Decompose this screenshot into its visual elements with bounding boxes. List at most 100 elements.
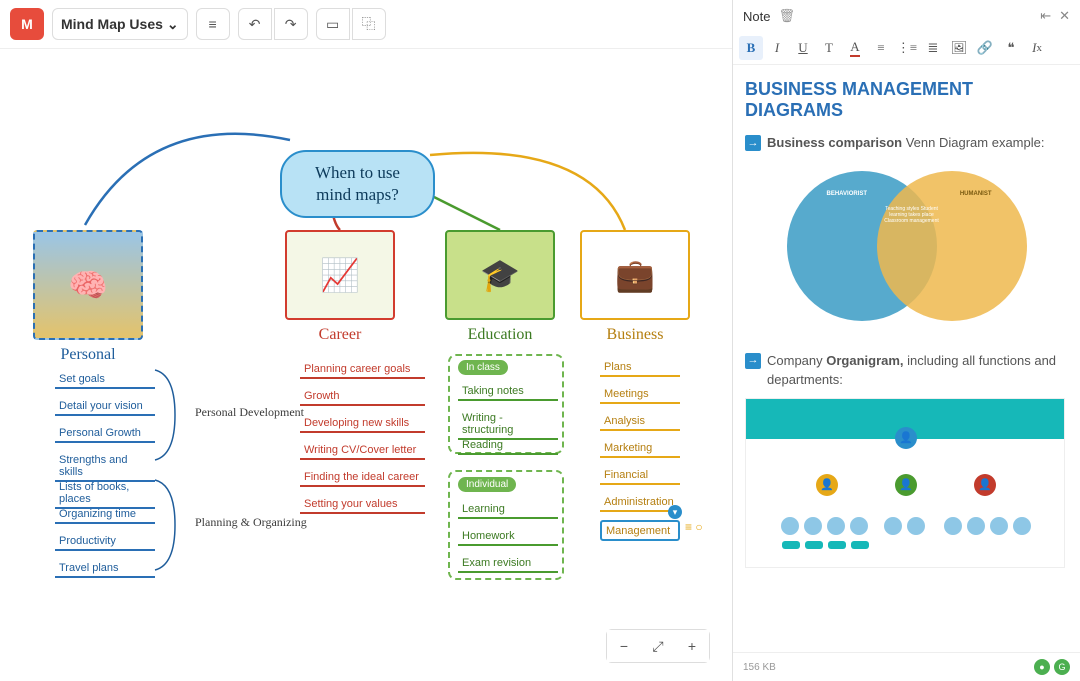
clear-format-button[interactable]: Ix [1025,36,1049,60]
collapse-icon[interactable]: ⇤ [1040,8,1051,24]
numbered-list-button[interactable]: ≡ [869,36,893,60]
business-item-2[interactable]: Analysis [600,412,680,431]
career-item-0[interactable]: Planning career goals [300,360,425,379]
org-tag [782,541,800,549]
education-item-g1-0[interactable]: Taking notes [458,382,558,401]
zoom-controls: − ⤢ + [606,629,710,663]
career-item-1[interactable]: Growth [300,387,425,406]
org-leaf [884,517,902,535]
note-line2-bold: Organigram, [826,353,903,368]
text-style-button[interactable]: T [817,36,841,60]
personal-annotation-0: Personal Development [195,405,304,419]
view-mode-group: ▭ ⿻ [316,8,386,40]
italic-button[interactable]: I [765,36,789,60]
zoom-in-button[interactable]: + [675,630,709,662]
career-item-3[interactable]: Writing CV/Cover letter [300,441,425,460]
venn-right-circle [877,171,1027,321]
presentation-button[interactable]: ▭ [316,8,350,40]
education-item-g2-2[interactable]: Exam revision [458,554,558,573]
career-item-2[interactable]: Developing new skills [300,414,425,433]
branch-career-label: Career [280,326,400,344]
career-item-5[interactable]: Setting your values [300,495,425,514]
layout-icon: ⿻ [362,14,376,34]
presentation-icon: ▭ [326,16,339,33]
business-item-3[interactable]: Marketing [600,439,680,458]
document-title-dropdown[interactable]: Mind Map Uses ⌄ [52,8,188,40]
trash-icon[interactable]: 🗑 [778,8,795,24]
zoom-out-button[interactable]: − [607,630,641,662]
status-badge-icon: ● [1034,659,1050,675]
branch-business-label: Business [575,326,695,344]
note-format-toolbar: B I U T A ≡ ⋮≡ ≣ 🖼 🔗 ❝ Ix [733,32,1080,65]
arrow-icon: → [745,353,761,369]
org-leaf [944,517,962,535]
chevron-down-icon: ⌄ [167,16,179,33]
note-header-label: Note [743,9,770,24]
business-item-4[interactable]: Financial [600,466,680,485]
personal-item-6[interactable]: Productivity [55,532,155,551]
career-item-4[interactable]: Finding the ideal career [300,468,425,487]
personal-item-0[interactable]: Set goals [55,370,155,389]
personal-item-5[interactable]: Organizing time [55,505,155,524]
org-leaf [967,517,985,535]
business-item-0[interactable]: Plans [600,358,680,377]
zoom-fit-button[interactable]: ⤢ [641,630,675,662]
menu-button[interactable]: ≡ [196,8,230,40]
layout-button[interactable]: ⿻ [352,8,386,40]
note-panel: Note 🗑 ⇤ ✕ B I U T A ≡ ⋮≡ ≣ 🖼 🔗 ❝ Ix BUS… [732,0,1080,681]
venn-right-label: HUMANIST [960,191,992,197]
org-ceo: 👤 [895,427,917,449]
text-color-button[interactable]: A [843,36,867,60]
personal-item-7[interactable]: Travel plans [55,559,155,578]
branch-career[interactable]: 📈 Career [280,230,400,344]
bullet-list-button[interactable]: ⋮≡ [895,36,919,60]
branch-education-label: Education [440,326,560,344]
org-leaf [804,517,822,535]
business-item-1[interactable]: Meetings [600,385,680,404]
mindmap-canvas[interactable]: When to use mind maps? 🧠 Personal Set go… [0,50,720,681]
career-image: 📈 [285,230,395,320]
app-logo[interactable]: M [10,8,44,40]
note-body[interactable]: BUSINESS MANAGEMENT DIAGRAMS → Business … [733,65,1080,652]
undo-icon: ↶ [249,16,261,33]
business-image: 💼 [580,230,690,320]
business-item-6-selected[interactable]: Management [600,520,680,541]
note-footer: 156 KB ● G [733,652,1080,681]
close-icon[interactable]: ✕ [1059,8,1070,24]
redo-icon: ↷ [285,16,297,33]
note-line-2: → Company Organigram, including all func… [745,351,1068,390]
image-button[interactable]: 🖼 [947,36,971,60]
bold-button[interactable]: B [739,36,763,60]
note-header: Note 🗑 ⇤ ✕ [733,0,1080,32]
org-leaf [1013,517,1031,535]
branch-personal-label: Personal [28,346,148,364]
education-item-g1-2[interactable]: Reading [458,436,558,455]
org-leaf [781,517,799,535]
branch-business[interactable]: 💼 Business [575,230,695,344]
org-tag [851,541,869,549]
undo-button[interactable]: ↶ [238,8,272,40]
redo-button[interactable]: ↷ [274,8,308,40]
org-leaf [907,517,925,535]
education-item-g2-1[interactable]: Homework [458,527,558,546]
root-node[interactable]: When to use mind maps? [280,150,435,218]
branch-education[interactable]: 🎓 Education [440,230,560,344]
education-group-individual-tag: Individual [458,477,516,492]
document-title: Mind Map Uses [61,16,163,32]
grammarly-icon: G [1054,659,1070,675]
quote-button[interactable]: ❝ [999,36,1023,60]
underline-button[interactable]: U [791,36,815,60]
node-menu-icon[interactable]: ≡ ○ [685,520,703,534]
note-title: BUSINESS MANAGEMENT DIAGRAMS [745,79,1068,121]
link-button[interactable]: 🔗 [973,36,997,60]
align-button[interactable]: ≣ [921,36,945,60]
education-item-g2-0[interactable]: Learning [458,500,558,519]
note-line1-rest: Venn Diagram example: [902,135,1044,150]
org-leaf [990,517,1008,535]
note-line-1: → Business comparison Venn Diagram examp… [745,133,1068,153]
personal-item-1[interactable]: Detail your vision [55,397,155,416]
org-leaf [827,517,845,535]
branch-personal[interactable]: 🧠 Personal [28,230,148,364]
filter-badge-icon[interactable]: ▾ [668,505,682,519]
personal-item-2[interactable]: Personal Growth [55,424,155,443]
